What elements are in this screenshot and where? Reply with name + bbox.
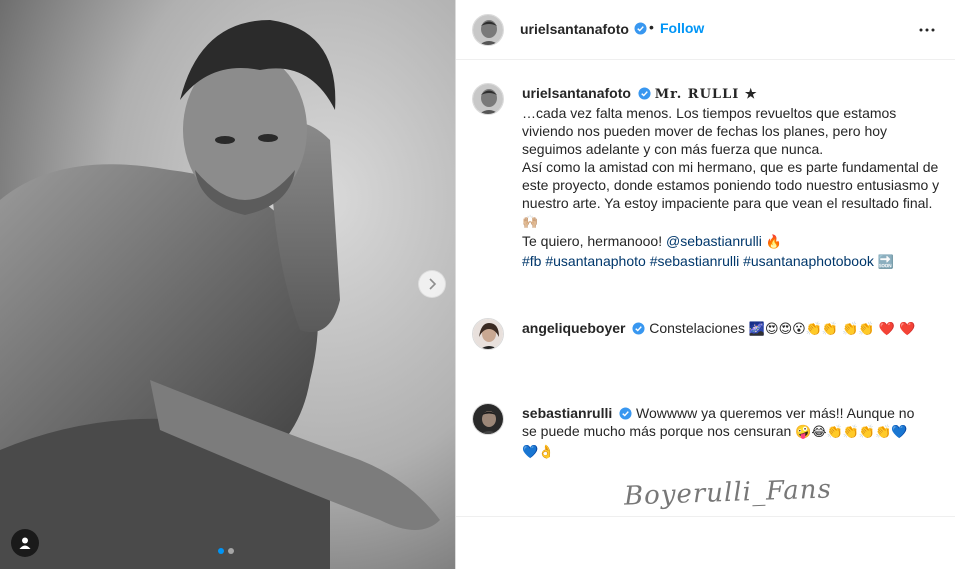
caption-emoji: 🔥 xyxy=(765,235,782,250)
mention-link[interactable]: @sebastianrulli xyxy=(666,233,762,249)
comment-author-username[interactable]: angeliqueboyer xyxy=(522,320,625,336)
verified-badge-icon xyxy=(638,87,651,100)
watermark-text: Boyerulli_Fans xyxy=(623,474,833,512)
carousel-indicator xyxy=(218,548,234,554)
post-photo[interactable] xyxy=(0,0,455,569)
user-icon xyxy=(19,537,31,549)
avatar-image xyxy=(473,319,503,349)
more-options-icon[interactable] xyxy=(918,22,936,38)
comment-author-avatar[interactable] xyxy=(472,403,504,435)
avatar-image xyxy=(473,84,503,114)
comment-author-avatar[interactable] xyxy=(472,318,504,350)
post-image xyxy=(0,0,455,569)
header-separator: • xyxy=(649,19,654,35)
caption-paragraph-1: …cada vez falta menos. Los tiempos revue… xyxy=(522,105,897,157)
author-username[interactable]: urielsantanafoto xyxy=(520,21,629,37)
caption-author-username[interactable]: urielsantanafoto xyxy=(522,85,631,101)
soon-emoji: 🔜 xyxy=(877,255,894,270)
hashtag-link[interactable]: #usantanaphotobook xyxy=(743,253,874,269)
next-photo-button[interactable] xyxy=(418,270,446,298)
carousel-dot xyxy=(228,548,234,554)
comment-text: angeliqueboyer Constelaciones 🌌😍😍😮👏👏 👏👏 … xyxy=(522,319,922,339)
hashtag-line: #fb #usantanaphoto #sebastianrulli #usan… xyxy=(522,252,946,272)
caption-paragraph-3-text: Te quiero, hermanooo! xyxy=(522,233,663,249)
caption-emoji: 🙌🏼 xyxy=(522,215,539,230)
hashtag-link[interactable]: #fb xyxy=(522,253,541,269)
caption-text: urielsantanafoto Mr. RULLI ★ …cada vez f… xyxy=(522,84,946,272)
chevron-right-icon xyxy=(429,278,437,290)
comment-emoji: 🌌😍😍😮👏👏 👏👏 ❤️ ❤️ xyxy=(748,322,916,337)
verified-badge-icon xyxy=(634,22,647,35)
tagged-users-button[interactable] xyxy=(11,529,39,557)
caption-title: Mr. RULLI ★ xyxy=(654,87,758,102)
comment-message: Constelaciones xyxy=(649,320,745,336)
hashtag-link[interactable]: #sebastianrulli xyxy=(650,253,740,269)
hashtag-link[interactable]: #usantanaphoto xyxy=(545,253,645,269)
avatar-image xyxy=(473,404,503,434)
verified-badge-icon xyxy=(619,407,632,420)
author-avatar[interactable] xyxy=(472,14,504,46)
section-divider xyxy=(456,516,955,517)
post-header: urielsantanafoto • Follow xyxy=(456,0,955,60)
caption-paragraph-2-text: Así como la amistad con mi hermano, que … xyxy=(522,159,940,211)
comment-author-username[interactable]: sebastianrulli xyxy=(522,405,612,421)
follow-button[interactable]: Follow xyxy=(660,20,704,36)
caption-paragraph-2: Así como la amistad con mi hermano, que … xyxy=(522,158,946,232)
verified-badge-icon xyxy=(632,322,645,335)
caption-author-avatar[interactable] xyxy=(472,83,504,115)
post-sidebar: urielsantanafoto • Follow urielsantanafo… xyxy=(456,0,955,569)
caption-paragraph-3: Te quiero, hermanooo! @sebastianrulli 🔥 xyxy=(522,232,946,252)
avatar-image xyxy=(473,15,503,45)
comment-text: sebastianrulli Wowwww ya queremos ver má… xyxy=(522,404,917,462)
carousel-dot-active xyxy=(218,548,224,554)
